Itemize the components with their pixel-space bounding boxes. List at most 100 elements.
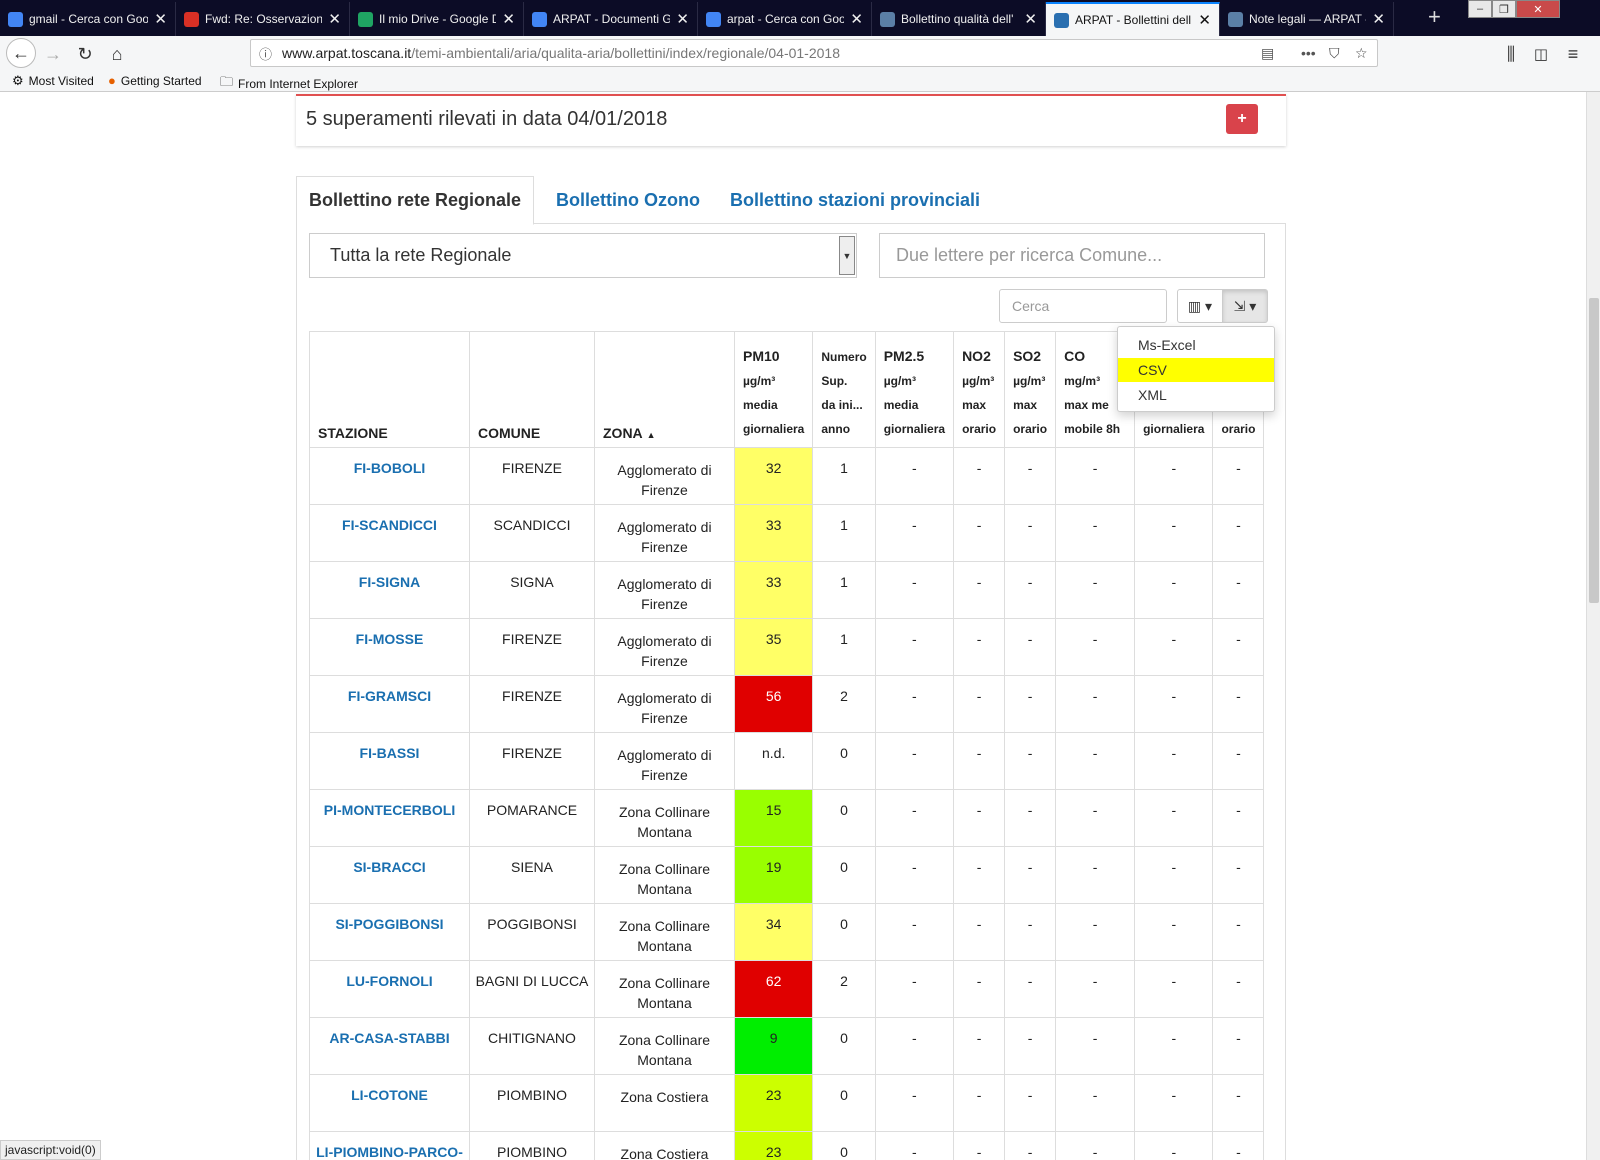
empty-value-cell: -: [1212, 732, 1265, 790]
header-comune[interactable]: COMUNE: [469, 331, 595, 448]
tab-rete-regionale[interactable]: Bollettino rete Regionale: [296, 176, 535, 225]
table-row: FI-SIGNA SIGNA Agglomerato di Firenze 33 1- - -…: [309, 561, 1265, 619]
header-zona[interactable]: ZONA ▲: [594, 331, 735, 448]
browser-tab[interactable]: Note legali — ARPAT - ✕: [1220, 2, 1394, 36]
station-link[interactable]: FI-SCANDICCI: [309, 504, 470, 562]
empty-value-cell: -: [1004, 732, 1057, 790]
export-csv-item[interactable]: CSV: [1118, 358, 1274, 382]
drive-icon: [358, 11, 373, 27]
station-link[interactable]: FI-SIGNA: [309, 561, 470, 619]
close-tab-icon[interactable]: ✕: [328, 10, 341, 28]
close-tab-icon[interactable]: ✕: [850, 10, 863, 28]
station-link[interactable]: SI-BRACCI: [309, 846, 470, 904]
station-link[interactable]: FI-BOBOLI: [309, 447, 470, 505]
header-stazione[interactable]: STAZIONE: [309, 331, 470, 448]
export-button[interactable]: ⇲ ▾: [1222, 289, 1268, 323]
pm10-value-cell: 33: [733, 561, 814, 619]
rete-select[interactable]: Tutta la rete Regionale ▼: [309, 233, 857, 278]
station-link[interactable]: LU-FORNOLI: [309, 960, 470, 1018]
empty-value-cell: -: [874, 789, 955, 847]
expand-alert-button[interactable]: +: [1226, 104, 1258, 134]
maximize-button[interactable]: ❐: [1492, 0, 1516, 18]
header-no2[interactable]: NO2 µg/m³ max orario: [953, 331, 1006, 448]
browser-tab[interactable]: ARPAT - Bollettini dell ✕: [1046, 2, 1220, 36]
export-xml-item[interactable]: XML: [1118, 383, 1274, 407]
header-so2[interactable]: SO2 µg/m³ max orario: [1004, 331, 1057, 448]
browser-tab[interactable]: Il mio Drive - Google D ✕: [350, 2, 524, 36]
station-link[interactable]: LI-COTONE: [309, 1074, 470, 1132]
browser-tab[interactable]: gmail - Cerca con Goo ✕: [0, 2, 176, 36]
header-pm25[interactable]: PM2.5 µg/m³ media giornaliera: [874, 331, 955, 448]
alert-panel: 5 superamenti rilevati in data 04/01/201…: [296, 94, 1286, 146]
export-excel-item[interactable]: Ms-Excel: [1118, 333, 1274, 357]
empty-value-cell: -: [1134, 561, 1214, 619]
empty-value-cell: -: [1055, 732, 1136, 790]
header-numero-superamenti[interactable]: Numero Sup. da ini... anno: [812, 331, 876, 448]
tab-stazioni-provinciali[interactable]: Bollettino stazioni provinciali: [718, 176, 992, 224]
reader-view-icon[interactable]: ▤: [1261, 45, 1274, 62]
reload-button[interactable]: ↻: [72, 41, 98, 67]
page-icon: [880, 11, 895, 27]
browser-tab[interactable]: Bollettino qualità dell' ✕: [872, 2, 1046, 36]
google-icon: [706, 11, 721, 27]
page-actions-icon[interactable]: •••: [1301, 45, 1316, 61]
tab-ozono[interactable]: Bollettino Ozono: [544, 176, 712, 224]
sort-asc-icon: ▲: [646, 430, 656, 440]
header-pm10[interactable]: PM10 µg/m³ media giornaliera: [733, 331, 814, 448]
browser-tab[interactable]: arpat - Cerca con Goo ✕: [698, 2, 872, 36]
table-row: FI-BOBOLI FIRENZE Agglomerato di Firenze 32 1…: [309, 447, 1265, 505]
forward-button[interactable]: →: [40, 41, 66, 67]
close-tab-icon[interactable]: ✕: [502, 10, 515, 28]
comune-cell: SIENA: [469, 846, 595, 904]
bookmark-getting-started[interactable]: ● Getting Started: [108, 73, 202, 88]
close-tab-icon[interactable]: ✕: [676, 10, 689, 28]
home-button[interactable]: ⌂: [104, 41, 130, 67]
browser-tab[interactable]: ARPAT - Documenti G ✕: [524, 2, 698, 36]
new-tab-button[interactable]: +: [1428, 4, 1441, 30]
comune-cell: PIOMBINO: [469, 1131, 595, 1160]
minimize-button[interactable]: –: [1468, 0, 1492, 18]
station-link[interactable]: FI-MOSSE: [309, 618, 470, 676]
empty-value-cell: -: [1134, 504, 1214, 562]
superamenti-cell: 0: [812, 1017, 876, 1075]
info-icon[interactable]: ⓘ: [259, 44, 272, 63]
empty-value-cell: -: [874, 960, 955, 1018]
page-icon: [1228, 11, 1243, 27]
bookmark-star-icon[interactable]: ☆: [1355, 45, 1368, 62]
close-tab-icon[interactable]: ✕: [1198, 11, 1211, 29]
url-bar[interactable]: ⓘ www.arpat.toscana.it/temi-ambientali/a…: [250, 39, 1378, 67]
columns-toggle-button[interactable]: ▥ ▾: [1177, 289, 1223, 323]
close-tab-icon[interactable]: ✕: [1024, 10, 1037, 28]
station-link[interactable]: AR-CASA-STABBI: [309, 1017, 470, 1075]
comune-search-input[interactable]: Due lettere per ricerca Comune...: [879, 233, 1265, 278]
library-icon[interactable]: ⫼: [1498, 41, 1524, 67]
superamenti-cell: 1: [812, 561, 876, 619]
empty-value-cell: -: [1004, 675, 1057, 733]
empty-value-cell: -: [1134, 675, 1214, 733]
menu-icon[interactable]: ≡: [1560, 41, 1586, 67]
page-scrollbar[interactable]: [1586, 92, 1600, 1160]
station-link[interactable]: FI-BASSI: [309, 732, 470, 790]
station-link[interactable]: SI-POGGIBONSI: [309, 903, 470, 961]
close-window-button[interactable]: ✕: [1516, 0, 1560, 18]
close-tab-icon[interactable]: ✕: [1372, 10, 1385, 28]
station-link[interactable]: PI-MONTECERBOLI: [309, 789, 470, 847]
empty-value-cell: -: [874, 1131, 955, 1160]
empty-value-cell: -: [953, 504, 1006, 562]
tab-title: Bollettino qualità dell': [901, 12, 1014, 26]
pocket-icon[interactable]: ⛉: [1329, 45, 1340, 62]
chevron-down-icon[interactable]: ▼: [839, 236, 855, 275]
sidebar-icon[interactable]: ◫: [1528, 41, 1554, 67]
empty-value-cell: -: [1055, 561, 1136, 619]
firefox-icon: ●: [108, 73, 116, 88]
station-link[interactable]: FI-GRAMSCI: [309, 675, 470, 733]
bookmarks-toolbar: ⚙ Most Visited ● Getting Started 🗀 From Int…: [0, 70, 1600, 92]
superamenti-cell: 0: [812, 732, 876, 790]
scrollbar-thumb[interactable]: [1589, 298, 1599, 603]
bookmark-most-visited[interactable]: ⚙ Most Visited: [12, 73, 94, 89]
browser-tab[interactable]: Fwd: Re: Osservazioni ✕: [176, 2, 350, 36]
station-link[interactable]: LI-PIOMBINO-PARCO-: [309, 1131, 470, 1160]
close-tab-icon[interactable]: ✕: [154, 10, 167, 28]
table-search-input[interactable]: Cerca: [999, 289, 1167, 323]
back-button[interactable]: ←: [6, 38, 36, 68]
